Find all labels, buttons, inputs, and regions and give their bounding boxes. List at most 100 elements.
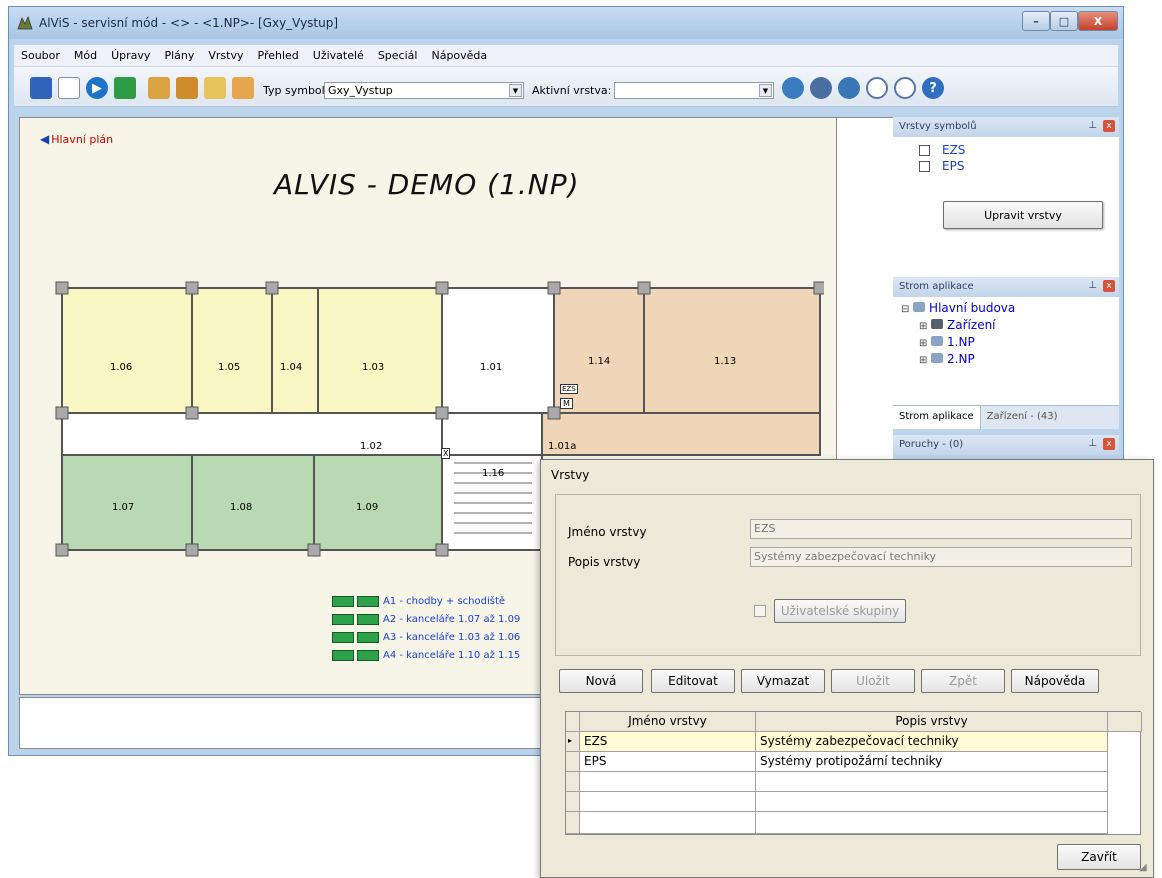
room-label[interactable]: 1.08 (230, 502, 252, 513)
column-header-name[interactable]: Jméno vrstvy (580, 712, 756, 732)
pin-icon[interactable]: ⊥ (1088, 120, 1097, 131)
row-selector[interactable] (566, 812, 580, 834)
room-label[interactable]: 1.16 (482, 468, 504, 479)
room-label[interactable]: 1.07 (112, 502, 134, 513)
room-label[interactable]: 1.09 (356, 502, 378, 513)
menu-vrstvy[interactable]: Vrstvy (201, 49, 250, 62)
close-icon[interactable]: x (1103, 438, 1115, 450)
room-label[interactable]: 1.01 (480, 362, 502, 373)
menu-mod[interactable]: Mód (67, 49, 104, 62)
layer-name-field[interactable]: EZS (750, 519, 1132, 539)
back-to-main-plan-link[interactable]: ◀ Hlavní plán (40, 132, 113, 146)
layers-panel-header: Vrstvy symbolů ⊥ x (893, 117, 1119, 137)
maximize-button[interactable]: □ (1050, 11, 1078, 31)
room-label[interactable]: 1.05 (218, 362, 240, 373)
menu-plany[interactable]: Plány (157, 49, 201, 62)
help-button[interactable]: Nápověda (1011, 669, 1099, 693)
line-tool-icon[interactable] (176, 77, 198, 99)
room-label[interactable]: 1.01a (548, 441, 576, 452)
minimize-button[interactable]: – (1022, 11, 1050, 31)
column-header-empty (1108, 712, 1142, 732)
window-title: AlViS - servisní mód - <> - <1.NP>- [Gxy… (39, 16, 339, 30)
tab-app-tree[interactable]: Strom aplikace (893, 406, 981, 429)
legend-item[interactable]: A2 - kanceláře 1.07 až 1.09 (332, 610, 520, 628)
table-cell[interactable]: Systémy protipožární techniky (756, 752, 1108, 772)
symbol-insert-icon[interactable] (114, 77, 136, 99)
menu-upravy[interactable]: Úpravy (104, 49, 157, 62)
new-layer-button[interactable]: Nová (559, 669, 643, 693)
table-cell[interactable] (580, 772, 756, 792)
pin-icon[interactable]: ⊥ (1088, 438, 1097, 449)
close-icon[interactable]: x (1103, 120, 1115, 132)
room-label[interactable]: 1.02 (360, 441, 382, 452)
table-cell[interactable] (756, 792, 1108, 812)
row-selector[interactable] (566, 752, 580, 772)
legend-item[interactable]: A1 - chodby + schodiště (332, 592, 520, 610)
row-selector[interactable] (566, 772, 580, 792)
thermometer-icon[interactable] (894, 77, 916, 99)
layer-desc-field[interactable]: Systémy zabezpečovací techniky (750, 547, 1132, 567)
edit-layers-button[interactable]: Upravit vrstvy (943, 201, 1103, 229)
close-dialog-button[interactable]: Zavřít (1057, 844, 1141, 870)
output-tool-icon[interactable] (204, 77, 226, 99)
user-groups-button[interactable]: Uživatelské skupiny (774, 599, 906, 623)
tab-devices[interactable]: Zařízení - (43) (981, 406, 1064, 429)
table-cell[interactable]: EPS (580, 752, 756, 772)
symbol-type-select[interactable]: Gxy_Vystup ▼ (324, 82, 524, 99)
save-layer-button[interactable]: Uložit (831, 669, 915, 693)
tree-item-main-building[interactable]: ⊟ Hlavní budova (901, 301, 1015, 315)
help-icon[interactable]: ? (922, 77, 944, 99)
play-icon[interactable]: ▶ (86, 77, 108, 99)
save-icon[interactable] (30, 77, 52, 99)
row-selector[interactable] (566, 792, 580, 812)
x-symbol[interactable]: X (441, 448, 451, 459)
table-cell[interactable]: EZS (580, 732, 756, 752)
legend-item[interactable]: A3 - kanceláře 1.03 až 1.06 (332, 628, 520, 646)
active-layer-select[interactable]: ▼ (614, 82, 774, 99)
tree-item-2np[interactable]: ⊞ 2.NP (919, 352, 975, 366)
close-icon[interactable]: x (1103, 280, 1115, 292)
layer-checkbox-ezs[interactable]: EZS (919, 143, 965, 157)
room-label[interactable]: 1.03 (362, 362, 384, 373)
ezs-symbol[interactable]: EZS (560, 384, 578, 394)
menu-special[interactable]: Speciál (371, 49, 425, 62)
chart-bars-icon[interactable] (838, 77, 860, 99)
tree-item-1np[interactable]: ⊞ 1.NP (919, 335, 975, 349)
table-cell[interactable] (580, 792, 756, 812)
network-icon[interactable] (810, 77, 832, 99)
symbol-type-value: Gxy_Vystup (328, 84, 393, 97)
back-button[interactable]: Zpět (921, 669, 1005, 693)
legend-item[interactable]: A4 - kanceláře 1.10 až 1.15 (332, 646, 520, 664)
pin-icon[interactable]: ⊥ (1088, 280, 1097, 291)
copy-icon[interactable] (58, 77, 80, 99)
menu-prehled[interactable]: Přehled (251, 49, 306, 62)
menu-uzivatele[interactable]: Uživatelé (306, 49, 371, 62)
clock-icon[interactable] (866, 77, 888, 99)
room-label[interactable]: 1.13 (714, 356, 736, 367)
app-logo-icon (17, 15, 33, 30)
globe-icon[interactable] (782, 77, 804, 99)
edit-layer-button[interactable]: Editovat (651, 669, 735, 693)
menu-napoveda[interactable]: Nápověda (424, 49, 494, 62)
layer-checkbox-eps[interactable]: EPS (919, 159, 964, 173)
delete-layer-button[interactable]: Vymazat (741, 669, 825, 693)
resize-grip-icon[interactable]: ◢ (1139, 862, 1147, 873)
m-symbol[interactable]: M (560, 398, 573, 409)
close-window-button[interactable]: X (1078, 11, 1118, 31)
area-tool-icon[interactable] (148, 77, 170, 99)
title-bar[interactable]: AlViS - servisní mód - <> - <1.NP>- [Gxy… (9, 7, 1123, 39)
table-cell[interactable] (756, 812, 1108, 834)
group-tool-icon[interactable] (232, 77, 254, 99)
table-cell[interactable] (756, 772, 1108, 792)
user-groups-checkbox[interactable] (754, 605, 766, 617)
table-cell[interactable] (580, 812, 756, 834)
row-selector-icon[interactable]: ▸ (566, 732, 580, 752)
room-label[interactable]: 1.04 (280, 362, 302, 373)
area-disarm-icon (357, 595, 379, 607)
column-header-desc[interactable]: Popis vrstvy (756, 712, 1108, 732)
room-label[interactable]: 1.06 (110, 362, 132, 373)
tree-item-devices[interactable]: ⊞ Zařízení (919, 318, 996, 332)
room-label[interactable]: 1.14 (588, 356, 610, 367)
menu-soubor[interactable]: Soubor (14, 49, 67, 62)
table-cell[interactable]: Systémy zabezpečovací techniky (756, 732, 1108, 752)
